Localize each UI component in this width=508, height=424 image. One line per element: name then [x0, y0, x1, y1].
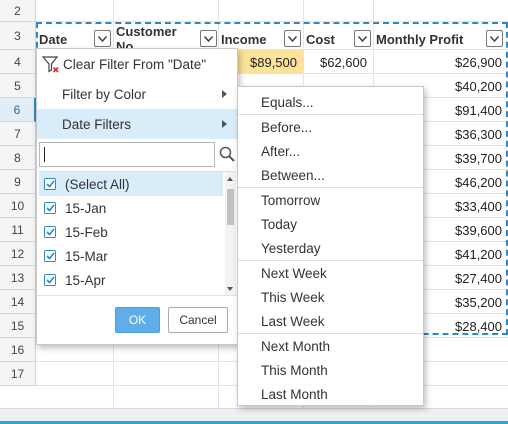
row-header[interactable]: 4 — [0, 50, 36, 74]
menu-item-tomorrow[interactable]: Tomorrow — [238, 188, 423, 212]
row-header[interactable]: 2 — [0, 0, 36, 22]
list-item-label: 15-Jan — [65, 200, 107, 216]
row-header[interactable]: 3 — [0, 22, 36, 50]
search-input[interactable] — [39, 142, 215, 167]
menu-item-after[interactable]: After... — [238, 139, 423, 163]
checkbox[interactable] — [44, 178, 56, 190]
list-item[interactable]: 15-Mar — [39, 244, 223, 268]
row-header[interactable]: 17 — [0, 362, 36, 386]
row-header[interactable]: 7 — [0, 122, 36, 146]
list-scrollbar[interactable] — [225, 172, 236, 295]
clear-filter-item[interactable]: Clear Filter From "Date" — [37, 49, 237, 79]
divider — [37, 295, 237, 296]
scroll-down-icon[interactable] — [227, 287, 233, 291]
menu-item-equals[interactable]: Equals... — [238, 90, 423, 114]
menu-item-this-month[interactable]: This Month — [238, 358, 423, 382]
column-header-profit: Monthly Profit — [376, 31, 464, 47]
row-header[interactable]: 10 — [0, 194, 36, 218]
checkmark-icon — [45, 204, 55, 212]
row-header[interactable]: 15 — [0, 314, 36, 338]
checkmark-icon — [45, 180, 55, 188]
filter-by-color-item[interactable]: Filter by Color — [37, 79, 237, 109]
clear-filter-label: Clear Filter From "Date" — [63, 56, 207, 72]
list-item-label: 15-Apr — [65, 272, 106, 288]
list-item[interactable]: 15-Apr — [39, 268, 223, 292]
chevron-down-icon[interactable] — [94, 30, 111, 47]
menu-item-next-month[interactable]: Next Month — [238, 334, 423, 358]
chevron-right-icon — [222, 120, 227, 128]
menu-item-last-month[interactable]: Last Month — [238, 382, 423, 406]
list-item-label: 15-Mar — [65, 248, 108, 264]
row-header[interactable]: 16 — [0, 338, 36, 362]
row-header[interactable]: 13 — [0, 266, 36, 290]
chevron-down-icon[interactable] — [354, 30, 371, 47]
scrollbar-thumb[interactable] — [227, 189, 234, 225]
list-item[interactable]: 15-Feb — [39, 220, 223, 244]
row-header[interactable]: 8 — [0, 146, 36, 170]
chevron-down-icon[interactable] — [284, 30, 301, 47]
menu-item-before[interactable]: Before... — [238, 115, 423, 139]
row-header[interactable]: 9 — [0, 170, 36, 194]
filter-dropdown: Clear Filter From "Date" Filter by Color… — [36, 48, 238, 345]
filter-clear-icon — [41, 56, 59, 73]
scroll-up-icon[interactable] — [227, 177, 233, 181]
chevron-down-icon[interactable] — [486, 30, 503, 47]
column-header-cost: Cost — [306, 31, 335, 47]
cost-cell[interactable]: $62,600 — [304, 50, 373, 74]
sheet-tab-bar — [0, 408, 508, 424]
checkmark-icon — [45, 228, 55, 236]
chevron-down-icon[interactable] — [200, 30, 217, 47]
checkbox[interactable] — [44, 226, 56, 238]
checkmark-icon — [45, 276, 55, 284]
checkbox[interactable] — [44, 250, 56, 262]
date-filters-item[interactable]: Date Filters — [37, 109, 237, 139]
row-header[interactable]: 5 — [0, 74, 36, 98]
checkbox[interactable] — [44, 202, 56, 214]
filter-by-color-label: Filter by Color — [62, 86, 147, 102]
list-item-label: (Select All) — [65, 176, 130, 192]
menu-item-next-week[interactable]: Next Week — [238, 261, 423, 285]
menu-item-last-week[interactable]: Last Week — [238, 309, 423, 333]
date-filters-submenu: Equals... Before... After... Between... … — [237, 86, 424, 406]
menu-item-between[interactable]: Between... — [238, 163, 423, 187]
cancel-button[interactable]: Cancel — [168, 307, 228, 333]
profit-cell[interactable]: $26,900 — [374, 50, 508, 74]
value-checklist: (Select All) 15-Jan 15-Feb 15-Mar 15-Apr — [39, 171, 236, 295]
row-header[interactable]: 11 — [0, 218, 36, 242]
list-item[interactable]: (Select All) — [39, 172, 223, 196]
menu-item-today[interactable]: Today — [238, 212, 423, 236]
gridline — [36, 21, 508, 22]
menu-item-yesterday[interactable]: Yesterday — [238, 236, 423, 260]
list-item-label: 15-Feb — [65, 224, 108, 240]
menu-item-this-week[interactable]: This Week — [238, 285, 423, 309]
row-header[interactable]: 12 — [0, 242, 36, 266]
ok-button[interactable]: OK — [115, 307, 160, 333]
date-filters-label: Date Filters — [62, 116, 132, 132]
row-header[interactable]: 14 — [0, 290, 36, 314]
checkmark-icon — [45, 252, 55, 260]
checkbox[interactable] — [44, 274, 56, 286]
list-item[interactable]: 15-Jan — [39, 196, 223, 220]
chevron-right-icon — [222, 90, 227, 98]
text-caret — [44, 147, 45, 162]
search-icon[interactable] — [218, 145, 236, 163]
row-header[interactable]: 6 — [0, 98, 36, 122]
